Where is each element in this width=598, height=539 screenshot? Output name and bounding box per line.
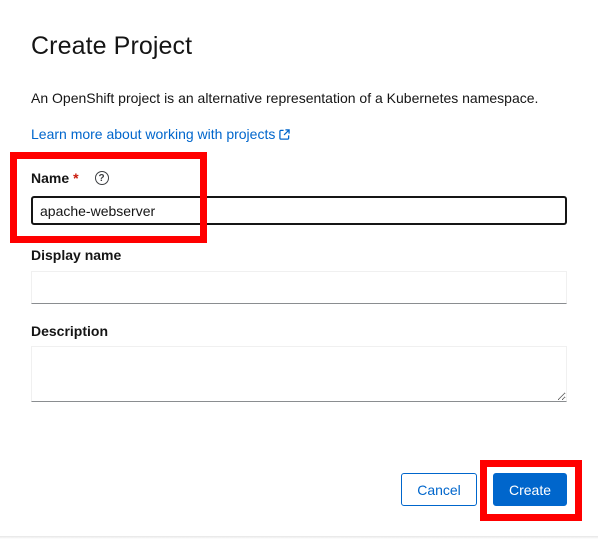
learn-more-link[interactable]: Learn more about working with projects — [31, 126, 291, 142]
learn-more-label: Learn more about working with projects — [31, 126, 276, 142]
display-name-label: Display name — [31, 247, 122, 263]
create-button[interactable]: Create — [493, 473, 567, 506]
create-project-modal: Create Project An OpenShift project is a… — [0, 0, 598, 539]
description-textarea[interactable] — [31, 346, 567, 402]
name-label-text: Name — [31, 170, 70, 186]
name-input[interactable] — [31, 196, 567, 225]
required-marker: * — [73, 170, 79, 186]
modal-description: An OpenShift project is an alternative r… — [31, 90, 539, 106]
cancel-button[interactable]: Cancel — [401, 473, 477, 506]
description-label: Description — [31, 323, 109, 339]
name-label: Name * ? — [31, 170, 109, 186]
display-name-input[interactable] — [31, 271, 567, 304]
modal-title: Create Project — [31, 32, 193, 60]
external-link-icon — [279, 128, 291, 140]
question-circle-icon[interactable]: ? — [94, 171, 109, 185]
